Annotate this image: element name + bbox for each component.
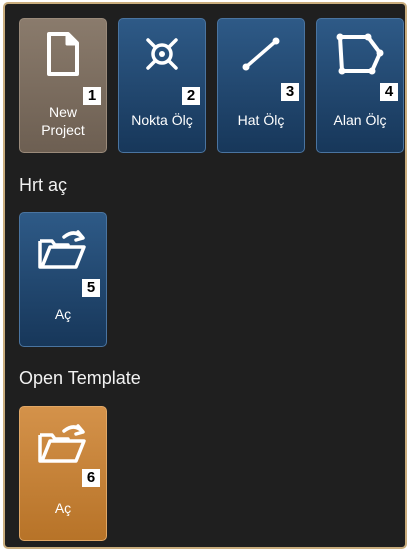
area-measure-icon xyxy=(317,29,403,79)
nokta-olc-button[interactable]: Nokta Ölç 2 xyxy=(118,18,206,153)
hrt-open-label: Aç xyxy=(54,306,72,322)
template-section-title: Open Template xyxy=(19,368,141,388)
number-badge: 4 xyxy=(380,83,398,101)
number-badge: 1 xyxy=(83,87,101,105)
hat-olc-button[interactable]: Hat Ölç 3 xyxy=(217,18,305,153)
nokta-olc-label: Nokta Ölç xyxy=(131,112,193,128)
new-project-label-line2: Project xyxy=(41,122,85,138)
document-icon xyxy=(20,29,106,79)
open-folder-icon xyxy=(20,225,106,275)
alan-olc-button[interactable]: Alan Ölç 4 xyxy=(316,18,404,153)
number-badge: 2 xyxy=(182,87,200,105)
open-folder-icon xyxy=(20,419,106,469)
new-project-label-line1: New xyxy=(48,104,77,120)
hat-olc-label: Hat Ölç xyxy=(237,112,285,128)
hrt-open-button[interactable]: Aç 5 xyxy=(19,212,107,347)
number-badge: 6 xyxy=(82,469,100,487)
alan-olc-label: Alan Ölç xyxy=(333,112,387,128)
new-project-button[interactable]: New Project 1 xyxy=(19,18,107,153)
hrt-section-title: Hrt aç xyxy=(19,175,68,195)
number-badge: 5 xyxy=(82,279,100,297)
main-panel: New Project 1 Nokta Ölç 2 Hat Ölç 3 Alan… xyxy=(3,2,407,549)
number-badge: 3 xyxy=(281,83,299,101)
point-measure-icon xyxy=(119,29,205,79)
line-measure-icon xyxy=(218,29,304,79)
template-open-button[interactable]: Aç 6 xyxy=(19,406,107,541)
template-open-label: Aç xyxy=(54,500,72,516)
